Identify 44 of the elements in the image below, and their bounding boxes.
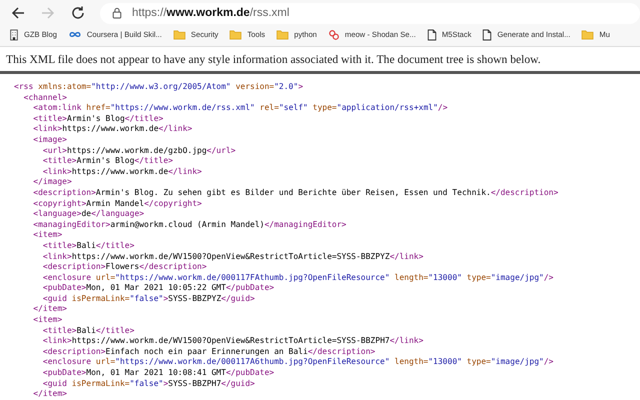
xml-line: <link>https://www.workm.de/WV1500?OpenView&RestrictToArticle=SYSS-BBZPYZ</link> bbox=[42, 252, 424, 262]
page-icon bbox=[426, 28, 437, 40]
xml-line: <title>Armin's Blog</title> bbox=[32, 114, 164, 124]
reload-icon[interactable] bbox=[70, 5, 86, 21]
xml-line: <enclosure url="https://www.workm.de/000117FAthumb.jpg?OpenFileResource" length="13000" type="image/jpg"/> bbox=[42, 272, 554, 284]
folder-icon bbox=[229, 29, 242, 40]
xml-line: </image> bbox=[32, 177, 72, 188]
xml-line: <title>Armin's Blog</title> bbox=[42, 156, 173, 167]
infinity-icon bbox=[68, 30, 82, 39]
building-icon bbox=[9, 28, 19, 40]
xml-line: <item> bbox=[32, 315, 62, 326]
xml-line: <copyright>Armin Mandel</copyright> bbox=[32, 198, 202, 210]
address-bar[interactable]: https://www.workm.de/rss.xml bbox=[100, 2, 640, 24]
xml-line: <title>Bali</title> bbox=[42, 326, 134, 336]
back-icon[interactable] bbox=[10, 5, 26, 21]
xml-line: <url>https://www.workm.de/gzbO.jpg</url> bbox=[42, 146, 236, 156]
folder-icon bbox=[276, 29, 290, 40]
xml-line: <channel> bbox=[22, 92, 67, 104]
xml-line: <pubDate>Mon, 01 Mar 2021 10:08:41 GMT</pubDate> bbox=[42, 368, 274, 379]
xml-line: <guid isPermaLink="false">SYSS-BBZPYZ</guid> bbox=[42, 294, 255, 304]
page-icon bbox=[482, 28, 492, 40]
xml-line: <language>de</language> bbox=[32, 209, 144, 220]
xml-line: <managingEditor>armin@workm.cloud (Armin Mandel)</managingEditor> bbox=[32, 220, 346, 230]
xml-line: <description>Armin's Blog. Zu sehen gibt es Bilder und Berichte über Reisen, Essen und Technik.</description> bbox=[32, 188, 558, 199]
xml-line: </item> bbox=[32, 304, 67, 316]
xml-line: <item> bbox=[32, 230, 62, 241]
xml-line: <pubDate>Mon, 01 Mar 2021 10:05:22 GMT</pubDate> bbox=[42, 283, 274, 294]
xml-line: <description>Einfach noch ein paar Erinnerungen an Bali</description> bbox=[42, 346, 376, 358]
xml-line: <link>https://www.workm.de/WV1500?OpenView&RestrictToArticle=SYSS-BBZPH7</link> bbox=[42, 336, 424, 347]
xml-info-message: This XML file does not appear to have any style information associated with it. The document tree is shown below. bbox=[0, 47, 640, 74]
xml-line: <title>Bali</title> bbox=[42, 240, 134, 252]
xml-line: <atom:link href="https://www.workm.de/rss.xml" rel="self" type="application/rss+xml"/> bbox=[32, 103, 448, 114]
xml-line: <image> bbox=[32, 134, 67, 146]
xml-line: <description>Flowers</description> bbox=[42, 262, 207, 273]
xml-line: <rss xmlns:atom="http://www.w3.org/2005/Atom" version="2.0"> bbox=[14, 82, 304, 93]
xml-line: </item> bbox=[32, 389, 67, 400]
lock-icon bbox=[112, 7, 122, 19]
circles-icon bbox=[328, 28, 340, 40]
folder-icon bbox=[581, 29, 594, 40]
folder-icon bbox=[172, 29, 186, 40]
xml-line: <link>https://www.workm.de</link> bbox=[42, 166, 202, 178]
xml-line: <enclosure url="https://www.workm.de/000117A6thumb.jpg?OpenFileResource" length="13000" type="image/jpg"/> bbox=[42, 357, 554, 368]
xml-line: <guid isPermaLink="false">SYSS-BBZPH7</guid> bbox=[42, 378, 255, 390]
xml-line: <link>https://www.workm.de</link> bbox=[32, 124, 192, 135]
